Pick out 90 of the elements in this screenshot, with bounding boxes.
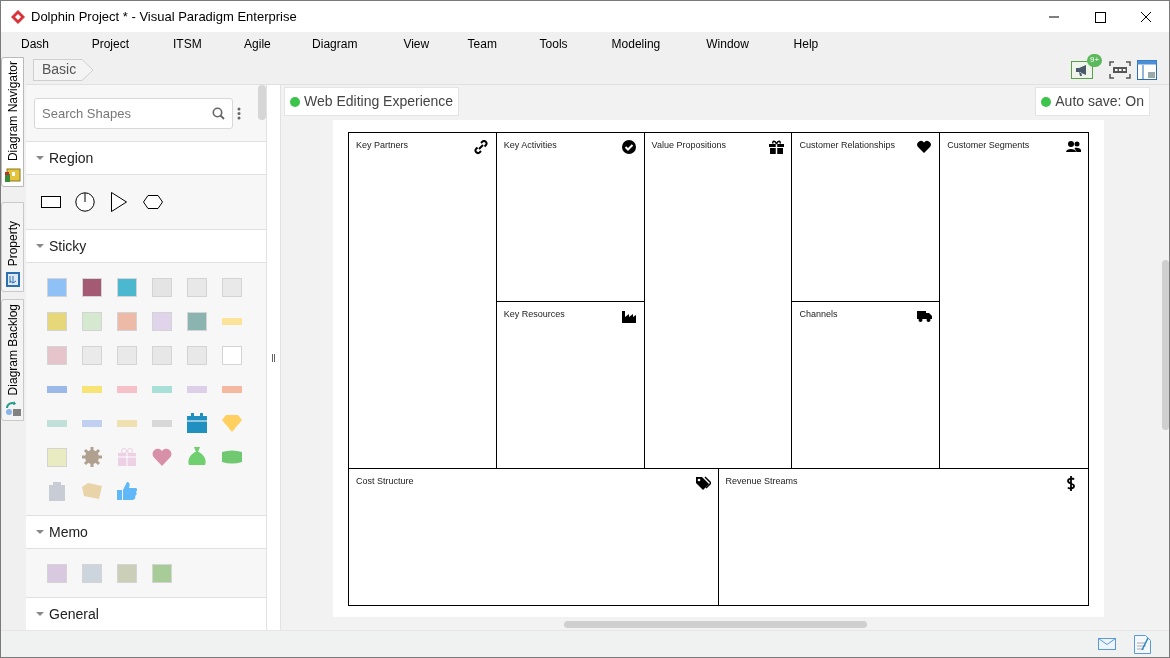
tape-icon[interactable]: [117, 385, 137, 393]
menu-item[interactable]: ITSM: [161, 34, 214, 53]
scrollbar[interactable]: [564, 621, 867, 628]
link-icon: [473, 140, 489, 155]
gear-icon[interactable]: [82, 447, 102, 467]
auto-save-badge[interactable]: Auto save: On: [1035, 87, 1150, 116]
sticky-note-icon[interactable]: [117, 277, 137, 297]
users-icon: [1066, 140, 1081, 155]
menu-item[interactable]: View: [391, 34, 442, 53]
web-editing-label: Web Editing Experience: [304, 92, 454, 111]
gift-icon[interactable]: [118, 448, 136, 466]
menu-item[interactable]: Tools: [527, 34, 580, 53]
app-logo-icon: [10, 8, 26, 25]
canvas-block[interactable]: Revenue Streams: [718, 469, 1088, 605]
canvas-block[interactable]: Customer Relationships: [792, 133, 941, 301]
canvas-block[interactable]: Cost Structure: [349, 469, 719, 605]
group-header[interactable]: Memo: [26, 515, 266, 549]
side-tab[interactable]: Diagram Navigator: [1, 57, 24, 187]
megaphone-icon: [1075, 63, 1089, 76]
canvas-block[interactable]: Channels: [792, 301, 941, 468]
sticky-note-icon[interactable]: [187, 311, 207, 331]
calendar-icon[interactable]: [187, 413, 207, 433]
rectangle-icon[interactable]: [41, 196, 61, 208]
canvas-block[interactable]: Value Propositions: [644, 133, 793, 468]
menu-item[interactable]: Dash: [9, 34, 61, 53]
menu-item[interactable]: Agile: [232, 34, 283, 53]
notepad-icon[interactable]: [1134, 634, 1151, 654]
group-header[interactable]: Region: [26, 141, 266, 175]
group-header[interactable]: General: [26, 597, 266, 630]
thumbs-up-icon[interactable]: [117, 482, 137, 500]
collapse-icon[interactable]: [36, 242, 44, 250]
diamond-icon[interactable]: [222, 414, 242, 432]
heart-icon: [917, 140, 933, 155]
money-bag-icon[interactable]: [188, 447, 206, 467]
announcement-button[interactable]: [1071, 60, 1093, 79]
tape-icon[interactable]: [222, 385, 242, 393]
canvas-block[interactable]: Key Resources: [496, 301, 645, 468]
search-field[interactable]: Search Shapes: [34, 97, 233, 129]
breadcrumb-arrow-icon: [82, 58, 95, 81]
canvas-block[interactable]: Customer Segments: [940, 133, 1088, 468]
scrollbar[interactable]: [1162, 260, 1169, 430]
canvas-block[interactable]: Key Activities: [496, 133, 645, 301]
more-options-icon[interactable]: [237, 106, 241, 120]
triangle-icon[interactable]: [111, 192, 127, 212]
gift-icon: [769, 140, 785, 155]
menu-item[interactable]: Help: [781, 34, 831, 53]
tag-icon: [695, 476, 711, 491]
tag-icon[interactable]: [82, 483, 102, 499]
tape-icon[interactable]: [47, 419, 67, 427]
window-title: Dolphin Project * - Visual Paradigm Enterprise: [31, 7, 297, 26]
tape-icon[interactable]: [47, 385, 67, 393]
menu-item[interactable]: Diagram: [300, 34, 370, 53]
truck-icon: [917, 309, 933, 324]
clipboard-icon[interactable]: [49, 481, 65, 501]
hexagon-icon[interactable]: [143, 195, 163, 209]
menu-item[interactable]: Team: [455, 34, 509, 53]
collapse-icon[interactable]: [36, 154, 44, 162]
tape-icon[interactable]: [152, 385, 172, 393]
circle-icon[interactable]: [75, 192, 95, 212]
auto-save-label: Auto save: On: [1055, 92, 1144, 111]
web-editing-badge[interactable]: Web Editing Experience: [284, 87, 460, 116]
tab-icon: [4, 166, 21, 183]
checkmark-icon: [621, 140, 637, 155]
side-tab[interactable]: Property: [1, 202, 24, 292]
canvas-block[interactable]: Key Partners: [349, 133, 497, 468]
tape-icon[interactable]: [117, 419, 137, 427]
heart-icon[interactable]: [152, 448, 172, 466]
tape-icon[interactable]: [82, 419, 102, 427]
collapse-icon[interactable]: [36, 610, 44, 618]
factory-icon: [621, 309, 637, 324]
fit-to-screen-icon[interactable]: [1109, 60, 1131, 79]
sticky-note-icon[interactable]: [82, 277, 102, 297]
group-header[interactable]: Sticky: [26, 229, 266, 263]
menu-item[interactable]: Window: [694, 34, 761, 53]
splitter-grip-icon[interactable]: [272, 353, 275, 362]
side-tab[interactable]: Diagram Backlog: [1, 299, 24, 421]
collapse-icon[interactable]: [36, 528, 44, 536]
tab-icon: [4, 271, 21, 288]
tape-icon[interactable]: [152, 419, 172, 427]
scrollbar[interactable]: [258, 85, 266, 120]
tape-icon[interactable]: [187, 385, 207, 393]
tab-icon: [4, 400, 21, 417]
tape-icon[interactable]: [82, 385, 102, 393]
banknote-icon[interactable]: [222, 450, 242, 464]
mail-icon[interactable]: [1098, 638, 1116, 650]
menu-item[interactable]: Modeling: [599, 34, 673, 53]
menu-item[interactable]: Project: [79, 34, 142, 53]
layout-icon[interactable]: [1137, 59, 1157, 80]
search-icon[interactable]: [212, 106, 225, 120]
tape-icon[interactable]: [222, 317, 242, 325]
